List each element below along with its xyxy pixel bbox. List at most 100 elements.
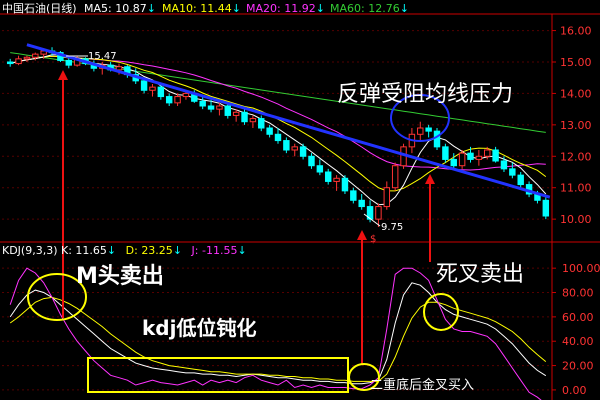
candle-body [65,59,72,66]
candle-body [249,118,257,123]
death-cross-circle [423,293,459,331]
s-marker: $ [370,234,377,245]
price-tick-label: 15.00 [560,56,592,69]
candle-body [517,174,524,186]
candle-body [467,152,474,160]
price-tick-label: 11.00 [560,182,592,195]
candle-body [417,127,424,135]
candle-body [140,80,148,91]
kdj-tick-label: 100.00 [562,262,600,275]
candle-body [232,111,240,116]
candle [425,124,432,138]
candle [23,55,31,62]
candle [165,93,173,106]
price-tick-label: 12.00 [560,150,592,163]
candle [383,181,391,210]
death-cross-annotation: 死叉卖出 [436,262,525,287]
candle [291,143,298,157]
ma5-label: MA5: 10.87↓ [84,2,156,15]
high-price-label: 15.47 [88,51,117,62]
candle [433,128,441,150]
candle [324,168,332,185]
candle-body [258,118,265,129]
stock-chart-window: 16.00 15.00 14.00 13.00 12.00 11.00 10.00 100.0… [0,0,600,400]
candle-body [333,177,340,182]
candle-body [283,140,290,151]
candle-body [207,105,215,110]
kdj-header: KDJ(9,3,3) K: 11.65↓ D: 23.25↓ J: -11.55… [2,244,247,257]
buy-arrow-golden-cross-head [357,230,367,240]
candle [542,197,550,220]
candle [509,162,516,179]
candle-body [274,133,282,142]
candle-body [484,149,491,157]
candle [308,153,315,169]
candle-body [308,155,315,167]
candle-body [350,190,357,201]
candle-body [391,165,399,189]
candle [475,150,483,166]
candle-body [224,105,232,116]
candle-body [475,155,483,160]
candle-body [291,146,298,151]
candle [517,172,524,188]
candle-body [241,111,248,123]
candle [316,159,324,176]
candle-body [324,171,332,182]
candle-body [442,146,449,160]
candle [232,109,240,122]
candle [458,150,466,169]
candle [442,143,449,163]
candle-body [216,105,223,110]
candle [333,175,340,191]
candle-body [23,56,31,60]
golden-cross-annotation: 二重底后金叉买入 [370,378,475,393]
candle-body [433,130,441,148]
candle [199,96,206,110]
candle [299,143,307,160]
candle [391,162,399,191]
kdj-tick-label: 60.00 [562,311,594,324]
price-tick-label: 16.00 [560,25,592,38]
candle-body [15,58,22,65]
kdj-tick-label: 0.00 [562,384,587,397]
candle-body [492,149,499,162]
candle-body [500,160,508,170]
candle-body [149,86,156,91]
candle-body [425,127,432,132]
kdj-tick-label: 80.00 [562,287,594,300]
candle-body [450,158,457,167]
kdj-tick-label: 20.00 [562,360,594,373]
ma20-line [10,55,546,171]
kdj-d-line [9,296,547,382]
candle [15,55,22,66]
candle-body [115,66,123,71]
candle-body [199,100,206,107]
candle [358,194,365,210]
candle-body [358,199,365,208]
candle-body [383,187,391,208]
candle-body [341,177,349,192]
ma20-label: MA20: 11.92↓ [246,2,325,15]
price-tick-label: 10.00 [560,213,592,226]
candle-body [32,53,39,58]
candle-body [299,146,307,157]
stock-title: 中国石油(日线) [2,2,77,15]
ma10-label: MA10: 11.44↓ [162,2,241,15]
candle [6,58,14,67]
sell-arrow-death-cross-head [425,174,435,184]
candle-body [174,96,181,104]
candle-body [375,206,382,220]
candle [241,109,248,125]
candle-body [316,165,324,173]
candle [157,84,165,100]
candle [149,84,156,97]
kdj-k-line [9,282,547,385]
candle-body [6,61,14,65]
candle [350,187,357,204]
candle-body [458,152,466,167]
candle-body [509,168,516,176]
kdj-tick-label: 40.00 [562,335,594,348]
price-tick-label: 14.00 [560,87,592,100]
candle [492,146,499,163]
